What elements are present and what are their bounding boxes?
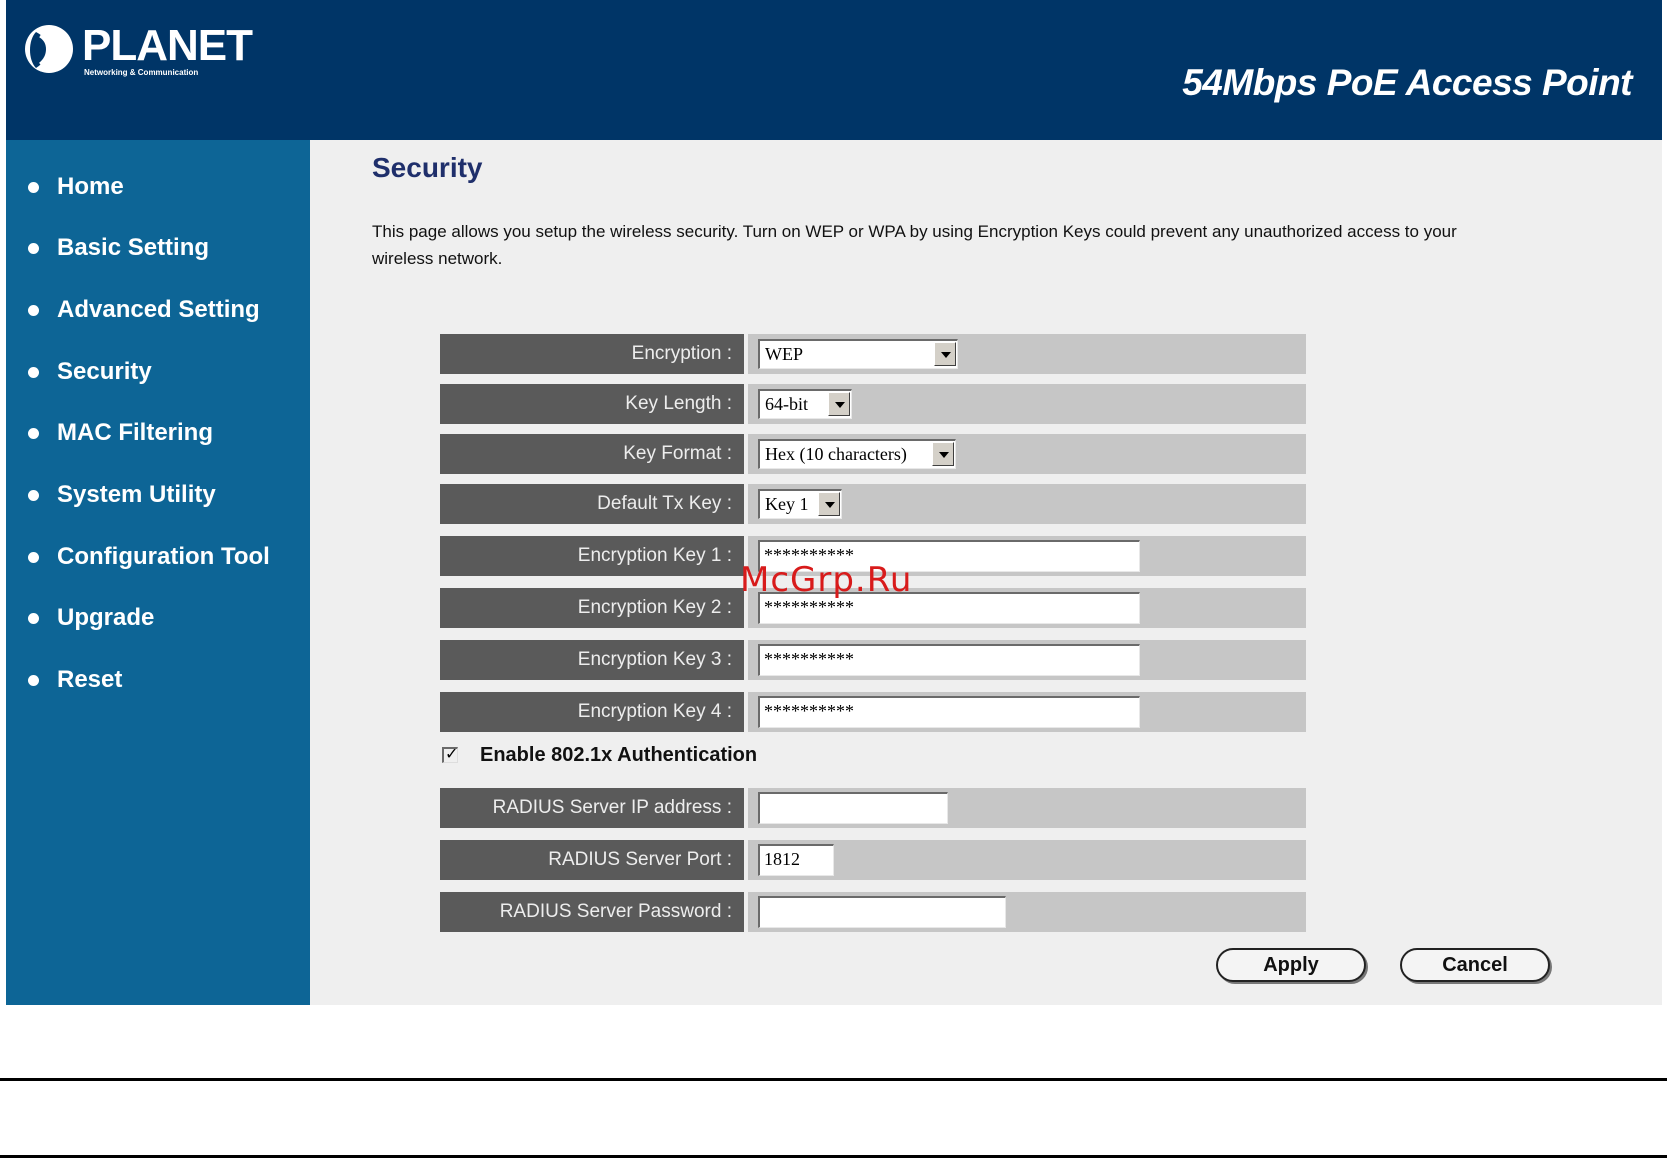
chevron-down-icon[interactable]: [818, 492, 840, 516]
sidebar-item-basic-setting[interactable]: Basic Setting: [28, 231, 209, 265]
encryption-key-3-label: Encryption Key 3 :: [440, 640, 744, 680]
logo-text: PLANET: [82, 21, 253, 70]
radius-password-field-cell: [748, 892, 1306, 932]
encryption-field-cell: WEP: [748, 334, 1306, 374]
bullet-icon: [28, 674, 39, 686]
encryption-key-2-label: Encryption Key 2 :: [440, 588, 744, 628]
sidebar-item-label: Advanced Setting: [57, 296, 260, 323]
sidebar-item-label: System Utility: [57, 481, 216, 508]
encryption-key-1-label: Encryption Key 1 :: [440, 536, 744, 576]
radius-ip-label: RADIUS Server IP address :: [440, 788, 744, 828]
product-title: 54Mbps PoE Access Point: [1182, 62, 1632, 103]
radius-password-row: RADIUS Server Password :: [440, 892, 1306, 932]
globe-icon: [25, 25, 73, 73]
key-length-field-cell: 64-bit: [748, 384, 1306, 424]
enable-8021x-checkbox[interactable]: ✓: [442, 744, 459, 763]
bullet-icon: [28, 181, 39, 193]
enable-8021x-row: ✓ Enable 802.1x Authentication: [442, 740, 757, 770]
bullet-icon: [28, 612, 39, 624]
sidebar-item-system-utility[interactable]: System Utility: [28, 478, 216, 512]
default-tx-key-field-cell: Key 1: [748, 484, 1306, 524]
encryption-key-4-label: Encryption Key 4 :: [440, 692, 744, 732]
sidebar: Home Basic Setting Advanced Setting Secu…: [6, 140, 310, 1005]
sidebar-item-mac-filtering[interactable]: MAC Filtering: [28, 416, 213, 450]
chevron-down-icon[interactable]: [934, 342, 956, 366]
page-rule: [0, 1078, 1667, 1081]
default-tx-key-label: Default Tx Key :: [440, 484, 744, 524]
key-format-field-cell: Hex (10 characters): [748, 434, 1306, 474]
apply-button[interactable]: Apply: [1216, 948, 1366, 982]
page-rule: [0, 1155, 1667, 1158]
radius-ip-field-cell: [748, 788, 1306, 828]
encryption-key-3-field-cell: **********: [748, 640, 1306, 680]
sidebar-item-advanced-setting[interactable]: Advanced Setting: [28, 293, 260, 327]
key-length-select[interactable]: 64-bit: [758, 389, 852, 419]
sidebar-item-label: Reset: [57, 666, 123, 693]
radius-password-label: RADIUS Server Password :: [440, 892, 744, 932]
radius-port-input[interactable]: 1812: [758, 844, 834, 876]
page-title: Security: [372, 152, 483, 183]
sidebar-item-label: MAC Filtering: [57, 419, 213, 446]
sidebar-item-configuration-tool[interactable]: Configuration Tool: [28, 540, 270, 574]
radius-ip-row: RADIUS Server IP address :: [440, 788, 1306, 828]
key-format-value: Hex (10 characters): [765, 444, 907, 464]
bullet-icon: [28, 489, 39, 501]
encryption-key-3-row: Encryption Key 3 : **********: [440, 640, 1306, 680]
sidebar-item-label: Home: [57, 173, 124, 200]
key-format-row: Key Format : Hex (10 characters): [440, 434, 1306, 474]
bullet-icon: [28, 427, 39, 439]
encryption-key-4-row: Encryption Key 4 : **********: [440, 692, 1306, 732]
planet-logo: PLANET Networking & Communication: [22, 21, 253, 84]
bullet-icon: [28, 366, 39, 378]
radius-ip-input[interactable]: [758, 792, 948, 824]
radius-port-field-cell: 1812: [748, 840, 1306, 880]
bullet-icon: [28, 304, 39, 316]
encryption-select[interactable]: WEP: [758, 339, 958, 369]
enable-8021x-label: Enable 802.1x Authentication: [480, 743, 758, 766]
key-format-label: Key Format :: [440, 434, 744, 474]
bullet-icon: [28, 242, 39, 254]
encryption-key-4-input[interactable]: **********: [758, 696, 1140, 728]
bullet-icon: [28, 551, 39, 563]
encryption-label: Encryption :: [440, 334, 744, 374]
sidebar-item-label: Security: [57, 358, 152, 385]
default-tx-key-select[interactable]: Key 1: [758, 489, 842, 519]
radius-port-row: RADIUS Server Port : 1812: [440, 840, 1306, 880]
default-tx-key-row: Default Tx Key : Key 1: [440, 484, 1306, 524]
encryption-row: Encryption : WEP: [440, 334, 1306, 374]
watermark: McGrp.Ru: [740, 560, 913, 600]
sidebar-item-label: Upgrade: [57, 604, 155, 631]
radius-password-input[interactable]: [758, 896, 1006, 928]
check-icon: ✓: [445, 744, 459, 763]
sidebar-item-label: Basic Setting: [57, 234, 210, 261]
sidebar-item-security[interactable]: Security: [28, 355, 152, 389]
encryption-key-3-input[interactable]: **********: [758, 644, 1140, 676]
default-tx-key-value: Key 1: [765, 494, 809, 514]
main-content: Security This page allows you setup the …: [310, 140, 1662, 1005]
browser-frame: PLANET Networking & Communication 54Mbps…: [6, 0, 1662, 1005]
encryption-key-4-field-cell: **********: [748, 692, 1306, 732]
sidebar-item-home[interactable]: Home: [28, 170, 124, 204]
encryption-value: WEP: [765, 344, 803, 364]
key-length-label: Key Length :: [440, 384, 744, 424]
radius-port-label: RADIUS Server Port :: [440, 840, 744, 880]
cancel-button[interactable]: Cancel: [1400, 948, 1550, 982]
chevron-down-icon[interactable]: [932, 442, 954, 466]
key-length-value: 64-bit: [765, 394, 808, 414]
key-format-select[interactable]: Hex (10 characters): [758, 439, 956, 469]
logo-tagline: Networking & Communication: [84, 68, 199, 77]
header-bar: PLANET Networking & Communication 54Mbps…: [6, 0, 1662, 140]
sidebar-item-label: Configuration Tool: [57, 543, 270, 570]
sidebar-item-reset[interactable]: Reset: [28, 663, 122, 697]
sidebar-item-upgrade[interactable]: Upgrade: [28, 601, 154, 635]
key-length-row: Key Length : 64-bit: [440, 384, 1306, 424]
chevron-down-icon[interactable]: [828, 392, 850, 416]
page-description: This page allows you setup the wireless …: [372, 222, 1457, 268]
